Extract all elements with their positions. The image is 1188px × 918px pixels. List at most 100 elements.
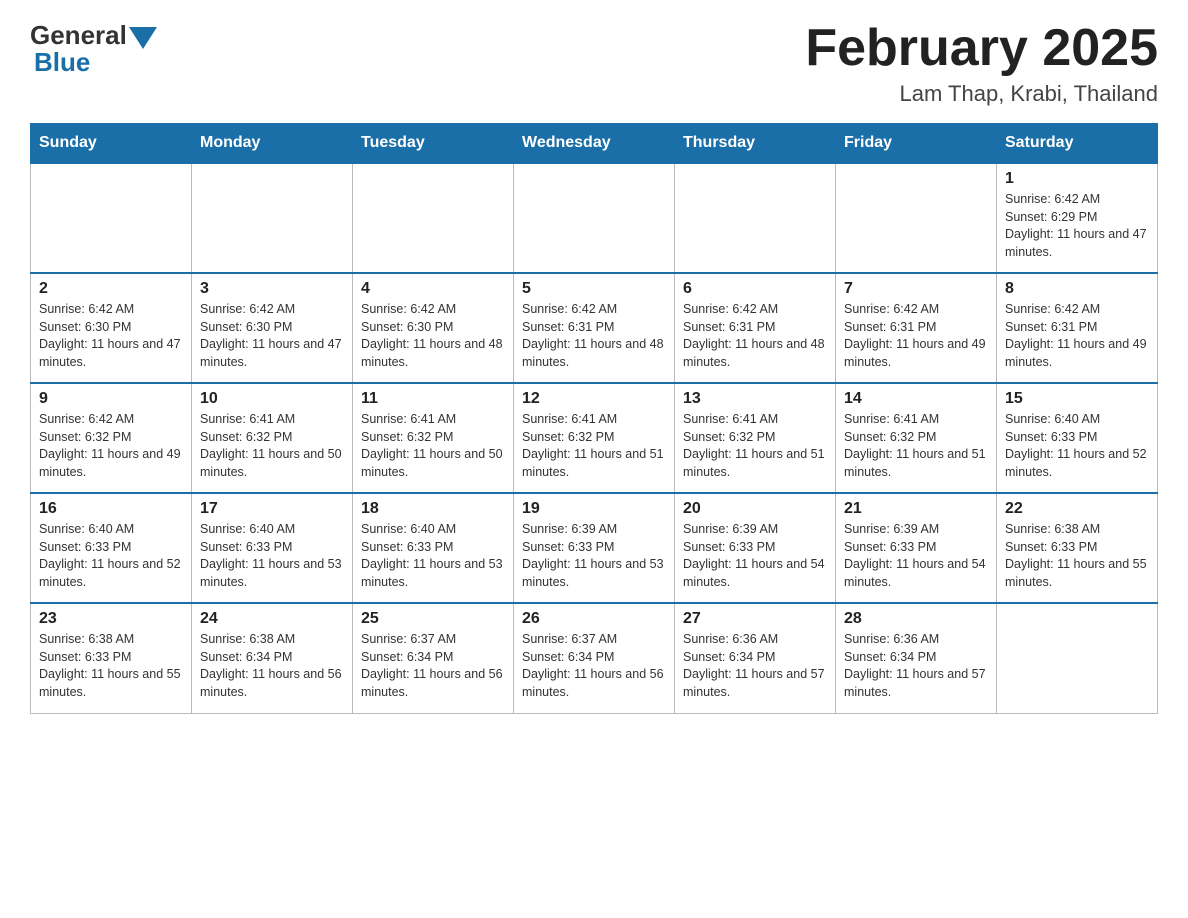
calendar-cell bbox=[836, 163, 997, 273]
day-number: 28 bbox=[844, 610, 988, 628]
calendar-cell: 12Sunrise: 6:41 AMSunset: 6:32 PMDayligh… bbox=[514, 383, 675, 493]
month-title: February 2025 bbox=[805, 20, 1158, 77]
calendar-cell: 10 Sunrise: 6:41 AMSunset: 6:32 PMDayligh… bbox=[192, 383, 353, 493]
calendar-cell: 23 Sunrise: 6:38 AMSunset: 6:33 PMDayligh… bbox=[31, 603, 192, 713]
calendar-cell: 17 Sunrise: 6:40 AMSunset: 6:33 PMDayligh… bbox=[192, 493, 353, 603]
calendar-cell: 4 Sunrise: 6:42 AMSunset: 6:30 PMDaylight… bbox=[353, 273, 514, 383]
day-number: 17 bbox=[200, 500, 344, 518]
calendar-table: SundayMondayTuesdayWednesdayThursdayFrid… bbox=[30, 123, 1158, 714]
day-number: 26 bbox=[522, 610, 666, 628]
calendar-cell: 27Sunrise: 6:36 AMSunset: 6:34 PMDayligh… bbox=[675, 603, 836, 713]
day-number: 12 bbox=[522, 390, 666, 408]
day-number: 14 bbox=[844, 390, 988, 408]
day-info: Sunrise: 6:41 AMSunset: 6:32 PMDaylight:… bbox=[361, 411, 505, 481]
calendar-cell: 22 Sunrise: 6:38 AMSunset: 6:33 PMDayligh… bbox=[997, 493, 1158, 603]
weekday-header-monday: Monday bbox=[192, 124, 353, 164]
day-number: 1 bbox=[1005, 170, 1149, 188]
day-info: Sunrise: 6:40 AMSunset: 6:33 PMDaylight:… bbox=[361, 521, 505, 591]
day-info: Sunrise: 6:40 AMSunset: 6:33 PMDaylight:… bbox=[1005, 411, 1149, 481]
day-info: Sunrise: 6:37 AMSunset: 6:34 PMDaylight:… bbox=[361, 631, 505, 701]
calendar-cell: 21 Sunrise: 6:39 AMSunset: 6:33 PMDayligh… bbox=[836, 493, 997, 603]
logo: General Blue bbox=[30, 20, 157, 78]
calendar-week-row: 1 Sunrise: 6:42 AMSunset: 6:29 PMDaylight… bbox=[31, 163, 1158, 273]
day-number: 9 bbox=[39, 390, 183, 408]
weekday-header-friday: Friday bbox=[836, 124, 997, 164]
calendar-cell bbox=[514, 163, 675, 273]
day-info: Sunrise: 6:41 AMSunset: 6:32 PMDaylight:… bbox=[683, 411, 827, 481]
day-number: 13 bbox=[683, 390, 827, 408]
calendar-cell: 16 Sunrise: 6:40 AMSunset: 6:33 PMDayligh… bbox=[31, 493, 192, 603]
calendar-cell: 8Sunrise: 6:42 AMSunset: 6:31 PMDaylight… bbox=[997, 273, 1158, 383]
calendar-cell: 11 Sunrise: 6:41 AMSunset: 6:32 PMDayligh… bbox=[353, 383, 514, 493]
day-info: Sunrise: 6:39 AMSunset: 6:33 PMDaylight:… bbox=[522, 521, 666, 591]
calendar-week-row: 23 Sunrise: 6:38 AMSunset: 6:33 PMDayligh… bbox=[31, 603, 1158, 713]
day-info: Sunrise: 6:38 AMSunset: 6:34 PMDaylight:… bbox=[200, 631, 344, 701]
logo-blue-text: Blue bbox=[34, 47, 90, 78]
day-number: 15 bbox=[1005, 390, 1149, 408]
calendar-cell: 3 Sunrise: 6:42 AMSunset: 6:30 PMDaylight… bbox=[192, 273, 353, 383]
day-info: Sunrise: 6:42 AMSunset: 6:31 PMDaylight:… bbox=[683, 301, 827, 371]
day-number: 24 bbox=[200, 610, 344, 628]
day-info: Sunrise: 6:37 AMSunset: 6:34 PMDaylight:… bbox=[522, 631, 666, 701]
calendar-cell bbox=[353, 163, 514, 273]
day-info: Sunrise: 6:42 AMSunset: 6:32 PMDaylight:… bbox=[39, 411, 183, 481]
location-title: Lam Thap, Krabi, Thailand bbox=[805, 81, 1158, 107]
day-info: Sunrise: 6:42 AMSunset: 6:30 PMDaylight:… bbox=[361, 301, 505, 371]
day-info: Sunrise: 6:39 AMSunset: 6:33 PMDaylight:… bbox=[844, 521, 988, 591]
calendar-cell: 18 Sunrise: 6:40 AMSunset: 6:33 PMDayligh… bbox=[353, 493, 514, 603]
day-number: 5 bbox=[522, 280, 666, 298]
day-info: Sunrise: 6:41 AMSunset: 6:32 PMDaylight:… bbox=[200, 411, 344, 481]
day-info: Sunrise: 6:38 AMSunset: 6:33 PMDaylight:… bbox=[39, 631, 183, 701]
calendar-week-row: 2Sunrise: 6:42 AMSunset: 6:30 PMDaylight… bbox=[31, 273, 1158, 383]
calendar-cell bbox=[31, 163, 192, 273]
title-block: February 2025 Lam Thap, Krabi, Thailand bbox=[805, 20, 1158, 107]
calendar-cell: 1 Sunrise: 6:42 AMSunset: 6:29 PMDaylight… bbox=[997, 163, 1158, 273]
day-number: 4 bbox=[361, 280, 505, 298]
calendar-week-row: 16 Sunrise: 6:40 AMSunset: 6:33 PMDayligh… bbox=[31, 493, 1158, 603]
weekday-header-wednesday: Wednesday bbox=[514, 124, 675, 164]
calendar-cell: 26 Sunrise: 6:37 AMSunset: 6:34 PMDayligh… bbox=[514, 603, 675, 713]
day-number: 8 bbox=[1005, 280, 1149, 298]
calendar-cell: 19 Sunrise: 6:39 AMSunset: 6:33 PMDayligh… bbox=[514, 493, 675, 603]
calendar-cell bbox=[997, 603, 1158, 713]
weekday-header-saturday: Saturday bbox=[997, 124, 1158, 164]
weekday-header-sunday: Sunday bbox=[31, 124, 192, 164]
calendar-cell: 9 Sunrise: 6:42 AMSunset: 6:32 PMDaylight… bbox=[31, 383, 192, 493]
day-number: 22 bbox=[1005, 500, 1149, 518]
day-number: 10 bbox=[200, 390, 344, 408]
day-info: Sunrise: 6:42 AMSunset: 6:30 PMDaylight:… bbox=[200, 301, 344, 371]
day-info: Sunrise: 6:42 AMSunset: 6:29 PMDaylight:… bbox=[1005, 191, 1149, 261]
calendar-cell: 20Sunrise: 6:39 AMSunset: 6:33 PMDayligh… bbox=[675, 493, 836, 603]
day-number: 25 bbox=[361, 610, 505, 628]
day-number: 21 bbox=[844, 500, 988, 518]
calendar-cell: 13 Sunrise: 6:41 AMSunset: 6:32 PMDayligh… bbox=[675, 383, 836, 493]
day-number: 3 bbox=[200, 280, 344, 298]
day-info: Sunrise: 6:40 AMSunset: 6:33 PMDaylight:… bbox=[200, 521, 344, 591]
day-number: 20 bbox=[683, 500, 827, 518]
calendar-cell: 5 Sunrise: 6:42 AMSunset: 6:31 PMDaylight… bbox=[514, 273, 675, 383]
day-number: 16 bbox=[39, 500, 183, 518]
calendar-cell bbox=[192, 163, 353, 273]
calendar-cell: 6 Sunrise: 6:42 AMSunset: 6:31 PMDaylight… bbox=[675, 273, 836, 383]
day-number: 18 bbox=[361, 500, 505, 518]
day-info: Sunrise: 6:42 AMSunset: 6:31 PMDaylight:… bbox=[522, 301, 666, 371]
day-number: 6 bbox=[683, 280, 827, 298]
day-number: 23 bbox=[39, 610, 183, 628]
day-info: Sunrise: 6:40 AMSunset: 6:33 PMDaylight:… bbox=[39, 521, 183, 591]
page-header: General Blue February 2025 Lam Thap, Kra… bbox=[30, 20, 1158, 107]
day-info: Sunrise: 6:42 AMSunset: 6:30 PMDaylight:… bbox=[39, 301, 183, 371]
calendar-week-row: 9 Sunrise: 6:42 AMSunset: 6:32 PMDaylight… bbox=[31, 383, 1158, 493]
calendar-cell: 14Sunrise: 6:41 AMSunset: 6:32 PMDayligh… bbox=[836, 383, 997, 493]
weekday-header-row: SundayMondayTuesdayWednesdayThursdayFrid… bbox=[31, 124, 1158, 164]
day-number: 11 bbox=[361, 390, 505, 408]
day-number: 27 bbox=[683, 610, 827, 628]
day-info: Sunrise: 6:38 AMSunset: 6:33 PMDaylight:… bbox=[1005, 521, 1149, 591]
weekday-header-tuesday: Tuesday bbox=[353, 124, 514, 164]
day-number: 19 bbox=[522, 500, 666, 518]
day-info: Sunrise: 6:36 AMSunset: 6:34 PMDaylight:… bbox=[844, 631, 988, 701]
calendar-cell: 24 Sunrise: 6:38 AMSunset: 6:34 PMDayligh… bbox=[192, 603, 353, 713]
calendar-cell: 15 Sunrise: 6:40 AMSunset: 6:33 PMDayligh… bbox=[997, 383, 1158, 493]
calendar-cell: 7Sunrise: 6:42 AMSunset: 6:31 PMDaylight… bbox=[836, 273, 997, 383]
logo-triangle-icon bbox=[129, 27, 157, 49]
weekday-header-thursday: Thursday bbox=[675, 124, 836, 164]
